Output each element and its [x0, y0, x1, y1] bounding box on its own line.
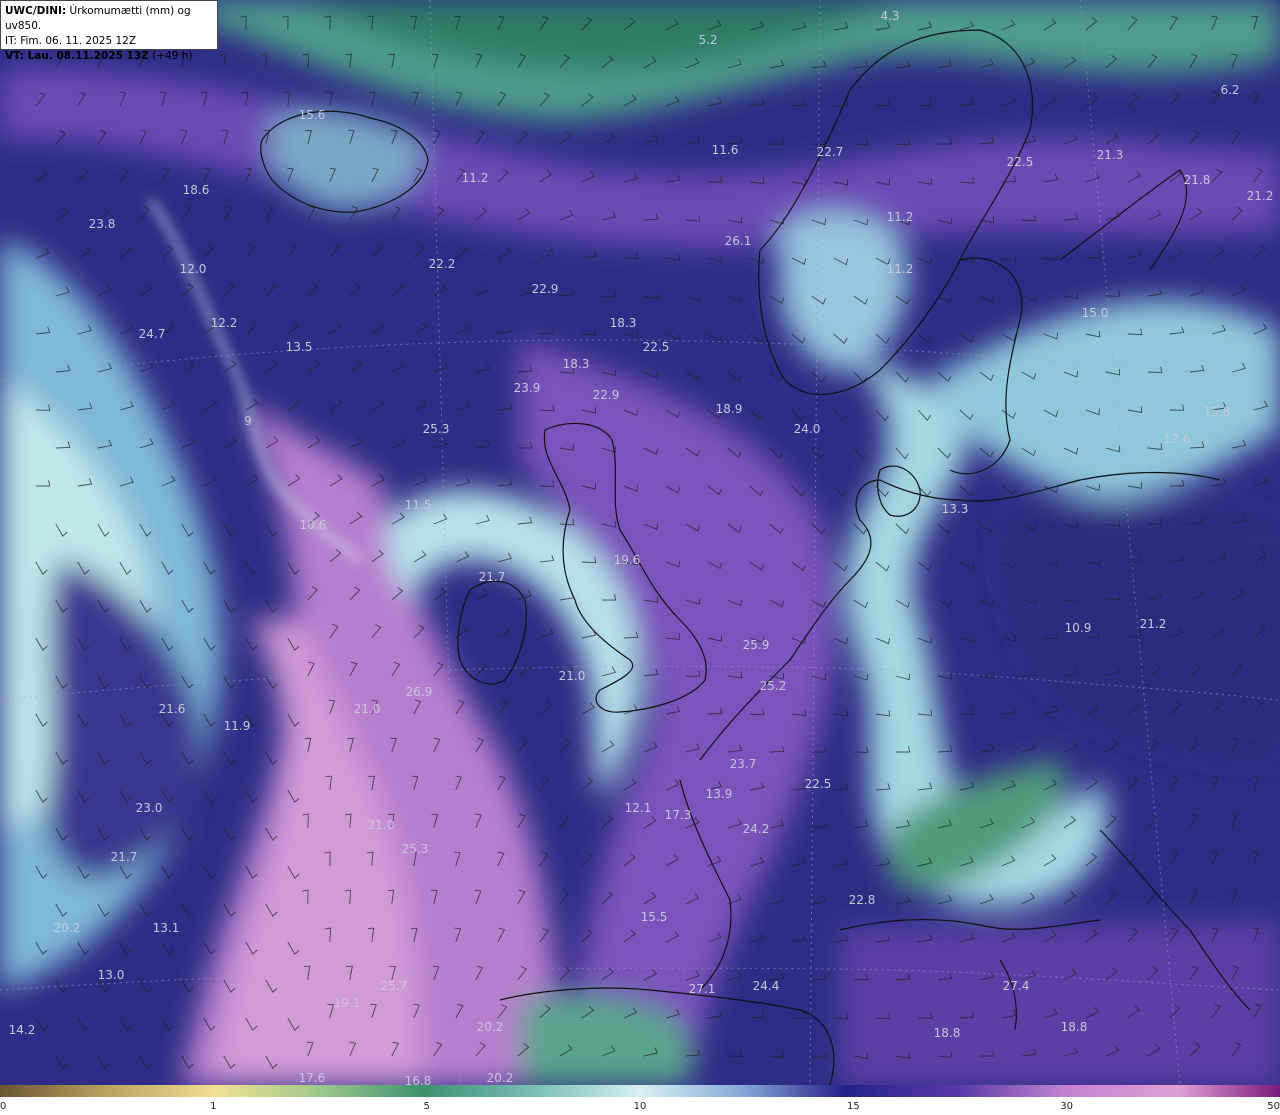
- mediterranean-purple: [840, 920, 1280, 1085]
- value-label: 15.0: [1082, 306, 1109, 320]
- value-label: 22.5: [1007, 155, 1034, 169]
- value-label: 11.6: [712, 143, 739, 157]
- value-label: 24.7: [139, 327, 166, 341]
- value-label: 10.9: [1065, 621, 1092, 635]
- value-label: 21.2: [1247, 189, 1274, 203]
- value-label: 22.9: [593, 388, 620, 402]
- value-label: 26.9: [406, 685, 433, 699]
- value-label: 27.4: [1003, 979, 1030, 993]
- forecast-offset: (+49 h): [148, 50, 193, 62]
- title-line: UWC/DINI: Úrkomumætti (mm) og uv850.: [5, 4, 213, 34]
- value-label: 22.7: [817, 145, 844, 159]
- value-label: 13.3: [942, 502, 969, 516]
- value-label: 21.7: [479, 570, 506, 584]
- value-label: 17.3: [665, 808, 692, 822]
- colorbar-gradient: [0, 1085, 1280, 1097]
- value-label: 11.2: [887, 262, 914, 276]
- colorbar-tick: 10: [633, 1101, 647, 1112]
- value-label: 11.2: [462, 171, 489, 185]
- value-label: 25.7: [381, 979, 408, 993]
- colorbar-tick: 5: [423, 1101, 430, 1112]
- value-label: 21.8: [1184, 173, 1211, 187]
- value-label: 22.2: [429, 257, 456, 271]
- value-label: 22.9: [532, 282, 559, 296]
- value-label: 22.8: [849, 893, 876, 907]
- valid-time: VT: Lau. 08.11.2025 13Z: [5, 50, 149, 62]
- value-label: 9: [244, 414, 252, 428]
- value-label: 14.2: [9, 1023, 36, 1037]
- value-label: 11.5: [405, 498, 432, 512]
- info-panel: UWC/DINI: Úrkomumætti (mm) og uv850. IT:…: [0, 0, 218, 62]
- value-label: 5.2: [698, 33, 717, 47]
- value-label: 13.9: [706, 787, 733, 801]
- value-label: 13.1: [153, 921, 180, 935]
- value-label: 22.5: [643, 340, 670, 354]
- value-label: 15.8: [1204, 405, 1231, 419]
- precipitation-map: 5.2 4.3 6.2 15.6 11.6 22.7 22.5 21.3 21.8 21.2 18.…: [0, 0, 1280, 1085]
- value-label: 11.9: [224, 719, 251, 733]
- value-label: 12.0: [180, 262, 207, 276]
- value-label: 24.4: [753, 979, 780, 993]
- value-label: 23.7: [730, 757, 757, 771]
- colorbar-tick: 50: [1267, 1101, 1280, 1112]
- value-label: 23.0: [136, 801, 163, 815]
- value-label: 25.9: [743, 638, 770, 652]
- colorbar-tick: 0: [0, 1101, 7, 1112]
- value-label: 19.6: [614, 553, 641, 567]
- value-label: 20.2: [477, 1020, 504, 1034]
- value-label: 6.2: [1220, 83, 1239, 97]
- value-label: 18.6: [183, 183, 210, 197]
- value-label: 21.2: [1140, 617, 1167, 631]
- value-label: 13.0: [98, 968, 125, 982]
- value-label: 21.7: [111, 850, 138, 864]
- value-label: 21.0: [368, 818, 395, 832]
- value-label: 21.6: [159, 702, 186, 716]
- colorbar-tick: 30: [1060, 1101, 1074, 1112]
- model-name: UWC/DINI:: [5, 5, 67, 17]
- value-label: 18.3: [563, 357, 590, 371]
- value-label: 25.3: [402, 842, 429, 856]
- value-label: 18.8: [934, 1026, 961, 1040]
- colorbar-tick: 15: [846, 1101, 860, 1112]
- value-label: 4.3: [880, 9, 899, 23]
- value-label: 25.3: [423, 422, 450, 436]
- value-label: 19.1: [334, 996, 361, 1010]
- value-label: 17.6: [299, 1071, 326, 1085]
- value-label: 11.2: [887, 210, 914, 224]
- value-label: 18.3: [610, 316, 637, 330]
- value-label: 13.5: [286, 340, 313, 354]
- value-label: 12.1: [625, 801, 652, 815]
- valid-time-line: VT: Lau. 08.11.2025 13Z (+49 h): [5, 49, 213, 64]
- value-label: 21.0: [559, 669, 586, 683]
- value-label: 20.2: [487, 1071, 514, 1085]
- value-label: 26.1: [725, 234, 752, 248]
- value-label: 16.8: [405, 1074, 432, 1085]
- value-label: 10.6: [300, 518, 327, 532]
- value-label: 23.9: [514, 381, 541, 395]
- value-label: 15.5: [641, 910, 668, 924]
- value-label: 18.8: [1061, 1020, 1088, 1034]
- map-viewer: 5.2 4.3 6.2 15.6 11.6 22.7 22.5 21.3 21.8 21.2 18.…: [0, 0, 1280, 1115]
- colorbar-legend: 0 1 5 10 15 30 50: [0, 1085, 1280, 1115]
- colorbar-tick: 1: [210, 1101, 217, 1112]
- issue-time: IT: Fim. 06. 11. 2025 12Z: [5, 35, 137, 47]
- value-label: 23.8: [89, 217, 116, 231]
- value-label: 27.1: [689, 982, 716, 996]
- value-label: 22.5: [805, 777, 832, 791]
- value-label: 24.2: [743, 822, 770, 836]
- value-label: 18.9: [716, 402, 743, 416]
- value-label: 21.0: [354, 702, 381, 716]
- value-label: 25.2: [760, 679, 787, 693]
- value-label: 20.2: [54, 921, 81, 935]
- value-label: 15.6: [299, 108, 326, 122]
- value-label: 12.2: [211, 316, 238, 330]
- value-label: 21.3: [1097, 148, 1124, 162]
- value-label: 24.0: [794, 422, 821, 436]
- value-label: 12.6: [1164, 432, 1191, 446]
